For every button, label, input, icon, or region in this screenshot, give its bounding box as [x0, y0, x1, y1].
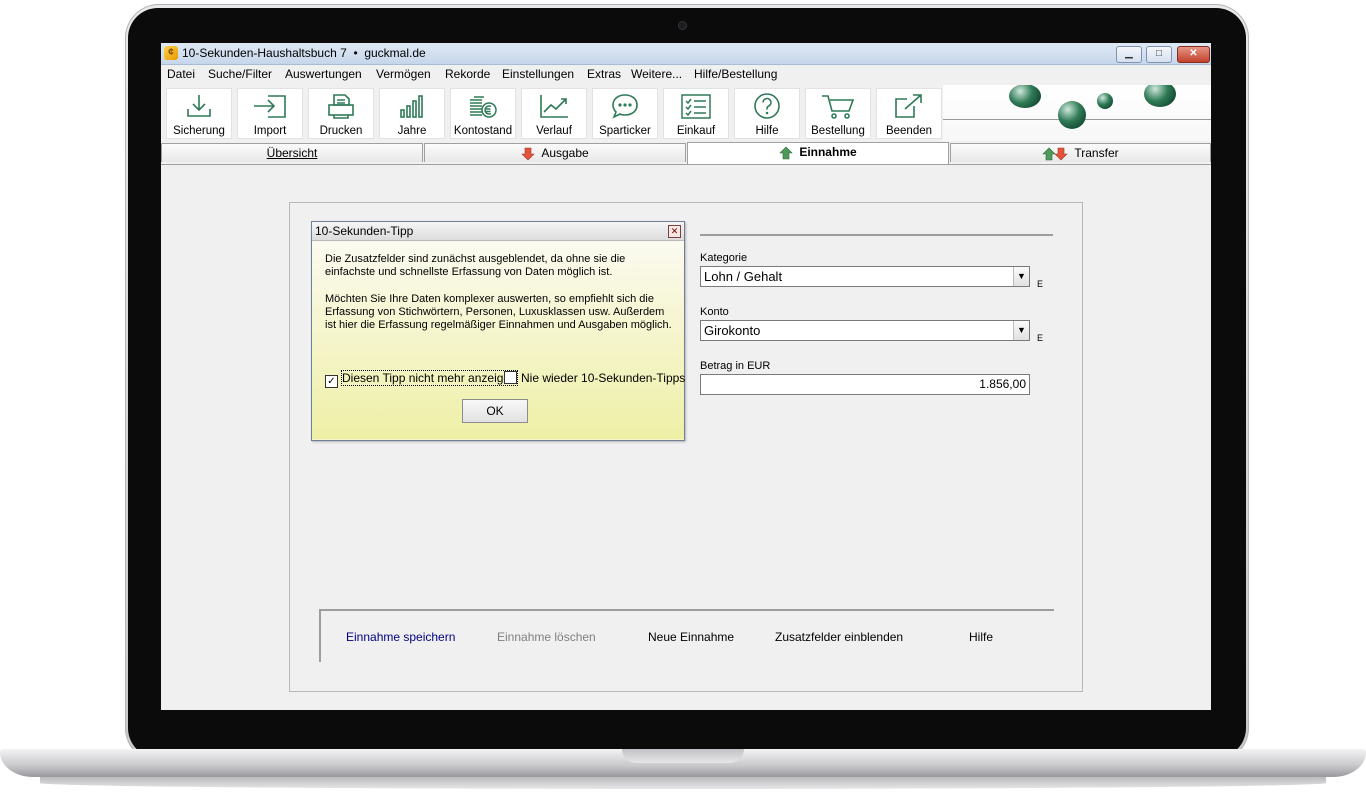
down-arrow-red-icon: [521, 147, 536, 161]
tab-bar: Übersicht Ausgabe Einnahme Transfer: [161, 142, 1211, 164]
toolbar-import-button[interactable]: Import: [237, 88, 303, 139]
einnahme-loeschen-button[interactable]: Einnahme löschen: [497, 630, 596, 644]
menu-hilfe-bestellung[interactable]: Hilfe/Bestellung: [694, 67, 777, 81]
action-bar: Einnahme speichern Einnahme löschen Neue…: [319, 609, 1054, 662]
konto-e-marker[interactable]: E: [1037, 333, 1043, 343]
window-title: 10-Sekunden-Haushaltsbuch 7 • guckmal.de: [182, 46, 426, 60]
trend-line-icon: [540, 95, 568, 118]
coins-euro-icon: [470, 96, 497, 118]
entry-fields: Kategorie Lohn / Gehalt ▼ E Konto Giroko…: [700, 234, 1053, 416]
chevron-down-icon[interactable]: ▼: [1013, 321, 1029, 340]
checklist-icon: [681, 94, 711, 119]
toolbar-drucken-button[interactable]: Drucken: [308, 88, 374, 139]
maximize-button[interactable]: □: [1146, 46, 1172, 63]
menu-rekorde[interactable]: Rekorde: [445, 67, 490, 81]
checkbox-checked-icon[interactable]: ✓: [325, 375, 338, 388]
konto-label: Konto: [700, 306, 729, 318]
toolbar-jahre-button[interactable]: Jahre: [379, 88, 445, 139]
tip-hide-checkbox[interactable]: ✓ Diesen Tipp nicht mehr anzeigen: [325, 370, 518, 388]
decorative-sphere: [1097, 93, 1113, 109]
hilfe-button[interactable]: Hilfe: [969, 630, 993, 644]
download-tray-icon: [187, 95, 211, 117]
up-arrow-green-icon: [779, 146, 794, 160]
konto-select[interactable]: Girokonto ▼: [700, 320, 1030, 341]
toolbar-sicherung-button[interactable]: Sicherung: [166, 88, 232, 139]
tab-transfer[interactable]: Transfer: [950, 143, 1211, 162]
webcam: [678, 21, 687, 30]
never-tips-checkbox[interactable]: Nie wieder 10-Sekunden-Tipps: [504, 371, 685, 385]
toolbar-sparticker-button[interactable]: Sparticker: [592, 88, 658, 139]
close-button[interactable]: ✕: [1177, 46, 1210, 63]
printer-icon: [328, 94, 354, 119]
dialog-title: 10-Sekunden-Tipp: [315, 224, 414, 238]
tab-einnahme[interactable]: Einnahme: [687, 142, 949, 164]
zusatzfelder-einblenden-button[interactable]: Zusatzfelder einblenden: [775, 630, 903, 644]
cart-icon: [822, 95, 855, 119]
menu-suche-filter[interactable]: Suche/Filter: [208, 67, 272, 81]
dialog-paragraph-1: Die Zusatzfelder sind zunächst ausgeblen…: [325, 253, 626, 278]
menu-extras[interactable]: Extras: [587, 67, 621, 81]
bar-chart-icon: [400, 95, 423, 118]
einnahme-speichern-button[interactable]: Einnahme speichern: [346, 630, 455, 644]
kategorie-select[interactable]: Lohn / Gehalt ▼: [700, 266, 1030, 287]
toolbar-hilfe-button[interactable]: Hilfe: [734, 88, 800, 139]
dialog-title-bar: 10-Sekunden-Tipp ✕: [312, 222, 684, 241]
menu-bar: Datei Suche/Filter Auswertungen Vermögen…: [161, 65, 1211, 83]
decorative-banner: [943, 85, 1211, 141]
decorative-sphere: [1009, 85, 1041, 108]
tab-uebersicht[interactable]: Übersicht: [161, 143, 423, 162]
exit-icon: [895, 94, 922, 118]
menu-einstellungen[interactable]: Einstellungen: [502, 67, 574, 81]
menu-datei[interactable]: Datei: [167, 67, 195, 81]
tab-ausgabe[interactable]: Ausgabe: [424, 143, 686, 162]
up-down-arrows-icon: [1042, 147, 1069, 161]
speech-bubble-icon: [612, 94, 638, 119]
kategorie-label: Kategorie: [700, 252, 748, 264]
dialog-paragraph-2: Möchten Sie Ihre Daten komplexer auswert…: [325, 293, 672, 331]
toolbar-einkauf-button[interactable]: Einkauf: [663, 88, 729, 139]
chevron-down-icon[interactable]: ▼: [1013, 267, 1029, 286]
menu-vermoegen[interactable]: Vermögen: [376, 67, 431, 81]
menu-auswertungen[interactable]: Auswertungen: [285, 67, 362, 81]
ok-button[interactable]: OK: [462, 399, 528, 423]
checkbox-unchecked-icon[interactable]: [504, 371, 517, 384]
dialog-close-icon[interactable]: ✕: [668, 225, 681, 238]
minimize-button[interactable]: ▁: [1116, 46, 1142, 63]
menu-weitere[interactable]: Weitere...: [631, 67, 682, 81]
app-logo-icon: ¢: [164, 46, 178, 60]
kategorie-e-marker[interactable]: E: [1037, 279, 1043, 289]
toolbar-bestellung-button[interactable]: Bestellung: [805, 88, 871, 139]
betrag-input[interactable]: 1.856,00: [700, 374, 1030, 395]
import-arrow-icon: [254, 95, 286, 118]
toolbar-verlauf-button[interactable]: Verlauf: [521, 88, 587, 139]
title-bar: ¢ 10-Sekunden-Haushaltsbuch 7 • guckmal.…: [161, 43, 1211, 65]
laptop-base: [0, 749, 1366, 793]
toolbar-kontostand-button[interactable]: Kontostand: [450, 88, 516, 139]
decorative-sphere: [1058, 101, 1086, 129]
dialog-body: Die Zusatzfelder sind zunächst ausgeblen…: [312, 241, 685, 439]
betrag-label: Betrag in EUR: [700, 360, 771, 372]
decorative-sphere: [1144, 85, 1176, 107]
neue-einnahme-button[interactable]: Neue Einnahme: [648, 630, 734, 644]
help-circle-icon: [754, 93, 780, 119]
app-window: ¢ 10-Sekunden-Haushaltsbuch 7 • guckmal.…: [161, 43, 1211, 710]
toolbar-beenden-button[interactable]: Beenden: [876, 88, 942, 139]
tip-dialog: 10-Sekunden-Tipp ✕ Die Zusatzfelder sind…: [311, 221, 685, 441]
